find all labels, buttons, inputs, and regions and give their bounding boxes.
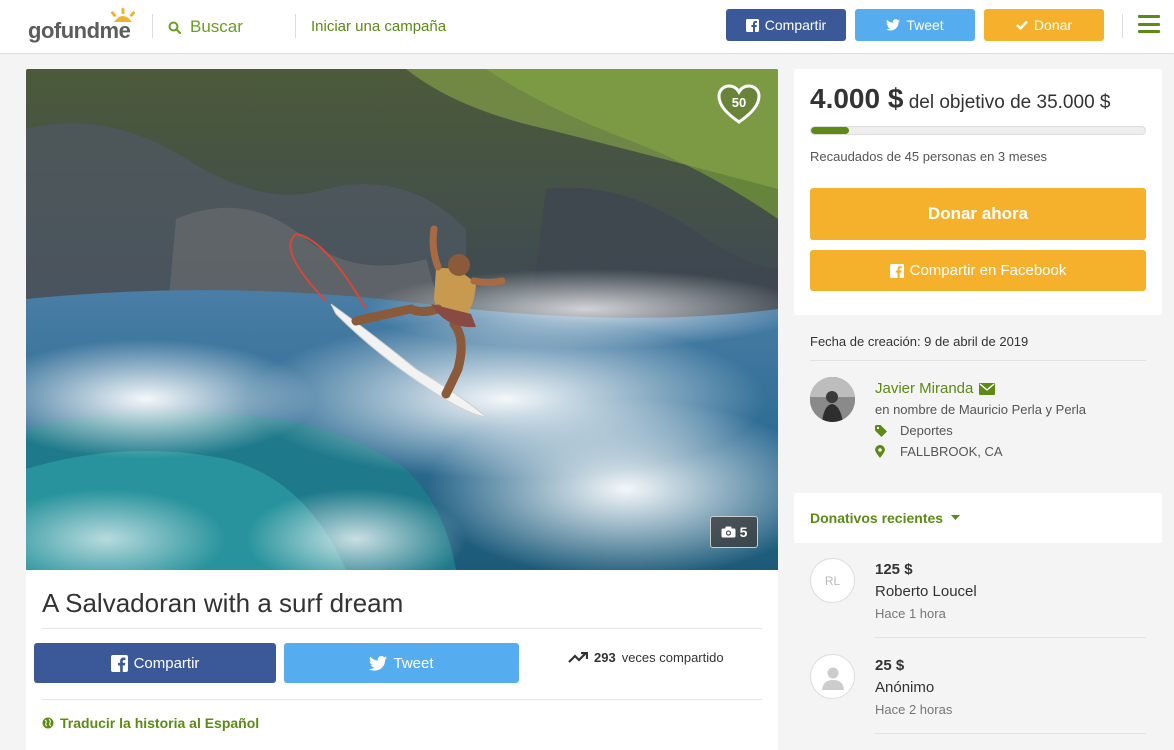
- progress-bar: [810, 126, 1146, 135]
- search-link[interactable]: Buscar: [168, 16, 243, 38]
- header-divider: [295, 14, 296, 38]
- organizer-on-behalf: en nombre de Mauricio Perla y Perla: [875, 402, 1086, 417]
- translate-story-link[interactable]: Traducir la historia al Español: [42, 715, 259, 731]
- header-donate-label: Donar: [1033, 17, 1073, 33]
- donate-now-button[interactable]: Donar ahora: [810, 188, 1146, 240]
- heart-count: 50: [731, 95, 747, 110]
- facebook-icon: [889, 263, 904, 278]
- location-label: FALLBROOK, CA: [900, 444, 1003, 459]
- caret-down-icon: [951, 515, 961, 520]
- donor-name: Anónimo: [875, 679, 935, 696]
- location-row: FALLBROOK, CA: [875, 444, 1003, 459]
- tag-icon: [875, 424, 887, 437]
- facebook-icon: [110, 654, 128, 672]
- share-facebook-button[interactable]: Compartir: [34, 643, 276, 683]
- header-donate-button[interactable]: Donar: [984, 9, 1104, 41]
- menu-icon[interactable]: [1138, 15, 1160, 33]
- donation-time: Hace 1 hora: [875, 606, 946, 621]
- category-row[interactable]: Deportes: [875, 423, 953, 438]
- start-campaign-link[interactable]: Iniciar una campaña: [311, 18, 446, 35]
- header-share-facebook-button[interactable]: Compartir: [726, 9, 846, 41]
- share-on-facebook-button[interactable]: Compartir en Facebook: [810, 250, 1146, 291]
- top-nav: gofundme Buscar Iniciar una campaña Comp…: [0, 0, 1174, 54]
- logo-text-go: go: [28, 18, 54, 43]
- campaign-title: A Salvadoran with a surf dream: [42, 588, 404, 618]
- raised-amount: 4.000 $: [810, 83, 904, 114]
- translate-label: Traducir la historia al Español: [60, 715, 260, 731]
- header-divider: [1122, 14, 1123, 38]
- divider: [42, 628, 762, 629]
- gofundme-logo[interactable]: gofundme: [28, 8, 138, 43]
- trending-icon: [568, 651, 588, 663]
- user-silhouette-icon: [821, 667, 844, 690]
- raised-summary: Recaudados de 45 personas en 3 meses: [810, 149, 1048, 164]
- check-icon: [1016, 20, 1028, 30]
- logo-sun-icon: [110, 8, 136, 22]
- campaign-hero-image[interactable]: 50 5: [26, 69, 778, 570]
- recent-donations-toggle[interactable]: Donativos recientes: [810, 510, 961, 526]
- organizer-avatar[interactable]: [810, 377, 855, 422]
- divider: [810, 360, 1146, 361]
- divider: [875, 637, 1146, 638]
- map-pin-icon: [875, 445, 885, 458]
- header-tweet-button[interactable]: Tweet: [855, 9, 975, 41]
- search-label: Buscar: [190, 17, 243, 36]
- avatar-image: [810, 377, 855, 422]
- camera-icon: [721, 526, 736, 538]
- organizer-name[interactable]: Javier Miranda: [875, 380, 996, 397]
- divider: [875, 733, 1146, 734]
- share-count-number: 293: [594, 650, 616, 665]
- photo-gallery-button[interactable]: 5: [710, 516, 758, 548]
- progress-bar-fill: [811, 127, 850, 134]
- header-share-label: Compartir: [764, 17, 827, 33]
- photo-count: 5: [739, 524, 748, 540]
- goal-text: del objetivo de 35.000 $: [908, 92, 1111, 113]
- tweet-button[interactable]: Tweet: [284, 643, 519, 683]
- amount-raised: 4.000 $ del objetivo de 35.000 $: [810, 83, 1110, 115]
- logo-text-fund: fund: [53, 18, 100, 43]
- donor-avatar: RL: [810, 558, 855, 603]
- donation-amount: 125 $: [875, 561, 913, 578]
- globe-icon: [42, 717, 54, 729]
- organizer-name-label: Javier Miranda: [875, 380, 974, 397]
- category-label: Deportes: [900, 423, 953, 438]
- share-count: 293 veces compartido: [568, 650, 724, 665]
- divider: [42, 699, 762, 700]
- creation-date: Fecha de creación: 9 de abril de 2019: [810, 334, 1029, 349]
- facebook-icon: [745, 18, 759, 32]
- envelope-icon[interactable]: [979, 382, 996, 395]
- recent-donations-title: Donativos recientes: [810, 510, 944, 526]
- surf-photo: [26, 69, 778, 570]
- share-count-label: veces compartido: [621, 650, 724, 665]
- donation-amount: 25 $: [875, 657, 905, 674]
- twitter-icon: [886, 19, 901, 31]
- header-divider: [152, 14, 153, 38]
- share-on-facebook-label: Compartir en Facebook: [909, 262, 1067, 279]
- donation-time: Hace 2 horas: [875, 702, 953, 717]
- donor-name: Roberto Loucel: [875, 583, 977, 600]
- tweet-label: Tweet: [393, 654, 434, 672]
- twitter-icon: [369, 655, 388, 671]
- campaign-card: A Salvadoran with a surf dream Compartir…: [26, 570, 778, 750]
- donation-box: 4.000 $ del objetivo de 35.000 $ Recauda…: [794, 69, 1162, 315]
- favorite-heart-button[interactable]: 50: [716, 83, 762, 125]
- share-facebook-label: Compartir: [133, 654, 200, 672]
- header-tweet-label: Tweet: [906, 17, 944, 33]
- anonymous-user-icon: [810, 654, 855, 699]
- search-icon: [168, 21, 181, 34]
- recent-donations-header[interactable]: Donativos recientes: [794, 493, 1162, 543]
